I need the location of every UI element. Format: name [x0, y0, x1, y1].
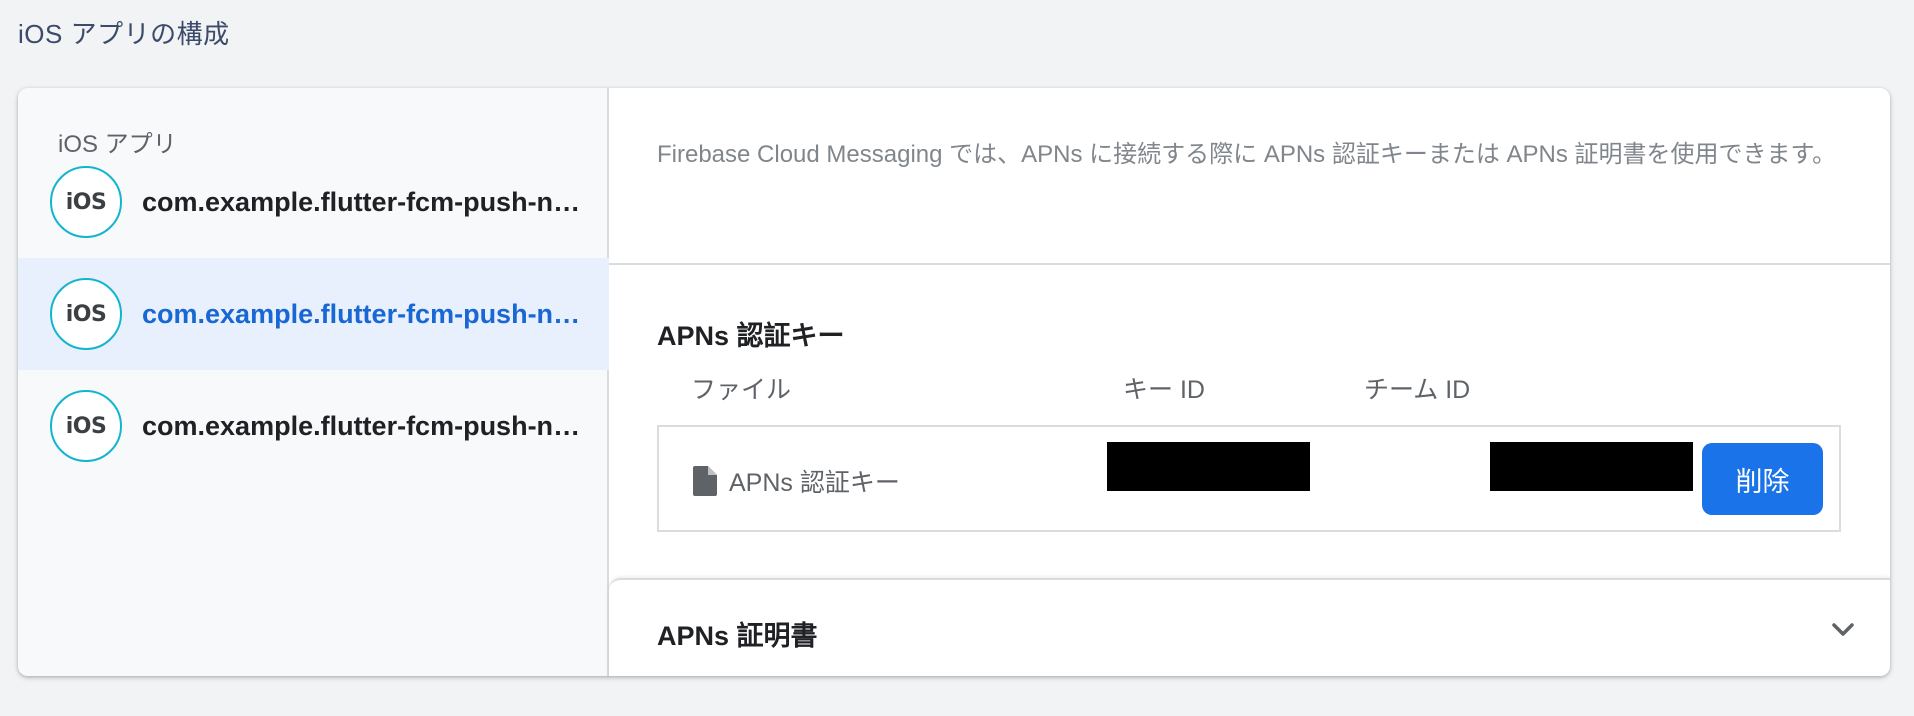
delete-button[interactable]: 削除	[1702, 443, 1823, 515]
fcm-description: Firebase Cloud Messaging では、APNs に接続する際に…	[657, 141, 1837, 168]
auth-key-row: APNs 認証キー 削除	[657, 425, 1841, 532]
file-icon	[693, 466, 717, 496]
ios-config-card: iOS アプリ iOS com.example.flutter-fcm-push…	[18, 88, 1890, 676]
ios-app-icon: iOS	[50, 390, 122, 462]
column-header-team-id: チーム ID	[1364, 376, 1471, 404]
app-item-1[interactable]: iOS com.example.flutter-fcm-push-notific…	[18, 146, 609, 258]
section-title: iOS アプリの構成	[18, 19, 230, 49]
divider	[609, 263, 1890, 265]
file-cell: APNs 認証キー	[693, 463, 900, 499]
key-id-value-redacted	[1107, 442, 1310, 491]
app-bundle-id: com.example.flutter-fcm-push-notificatio…	[142, 186, 594, 217]
auth-key-title: APNs 認証キー	[657, 321, 845, 351]
app-item-3[interactable]: iOS com.example.flutter-fcm-push-notific…	[18, 370, 609, 482]
main-panel: Firebase Cloud Messaging では、APNs に接続する際に…	[609, 88, 1890, 676]
column-header-file: ファイル	[691, 376, 792, 404]
file-name: APNs 認証キー	[729, 469, 900, 497]
column-header-key-id: キー ID	[1123, 376, 1205, 404]
ios-app-icon: iOS	[50, 278, 122, 350]
chevron-down-icon[interactable]	[1830, 616, 1856, 642]
team-id-value-redacted	[1490, 442, 1693, 491]
app-item-2[interactable]: iOS com.example.flutter-fcm-push-notific…	[18, 258, 609, 370]
ios-app-sidebar: iOS アプリ iOS com.example.flutter-fcm-push…	[18, 88, 609, 676]
ios-app-icon: iOS	[50, 166, 122, 238]
certificate-title: APNs 証明書	[657, 621, 818, 651]
app-bundle-id: com.example.flutter-fcm-push-notificatio…	[142, 298, 594, 329]
apns-certificate-panel[interactable]: APNs 証明書	[609, 578, 1890, 676]
app-bundle-id: com.example.flutter-fcm-push-notificatio…	[142, 410, 594, 441]
